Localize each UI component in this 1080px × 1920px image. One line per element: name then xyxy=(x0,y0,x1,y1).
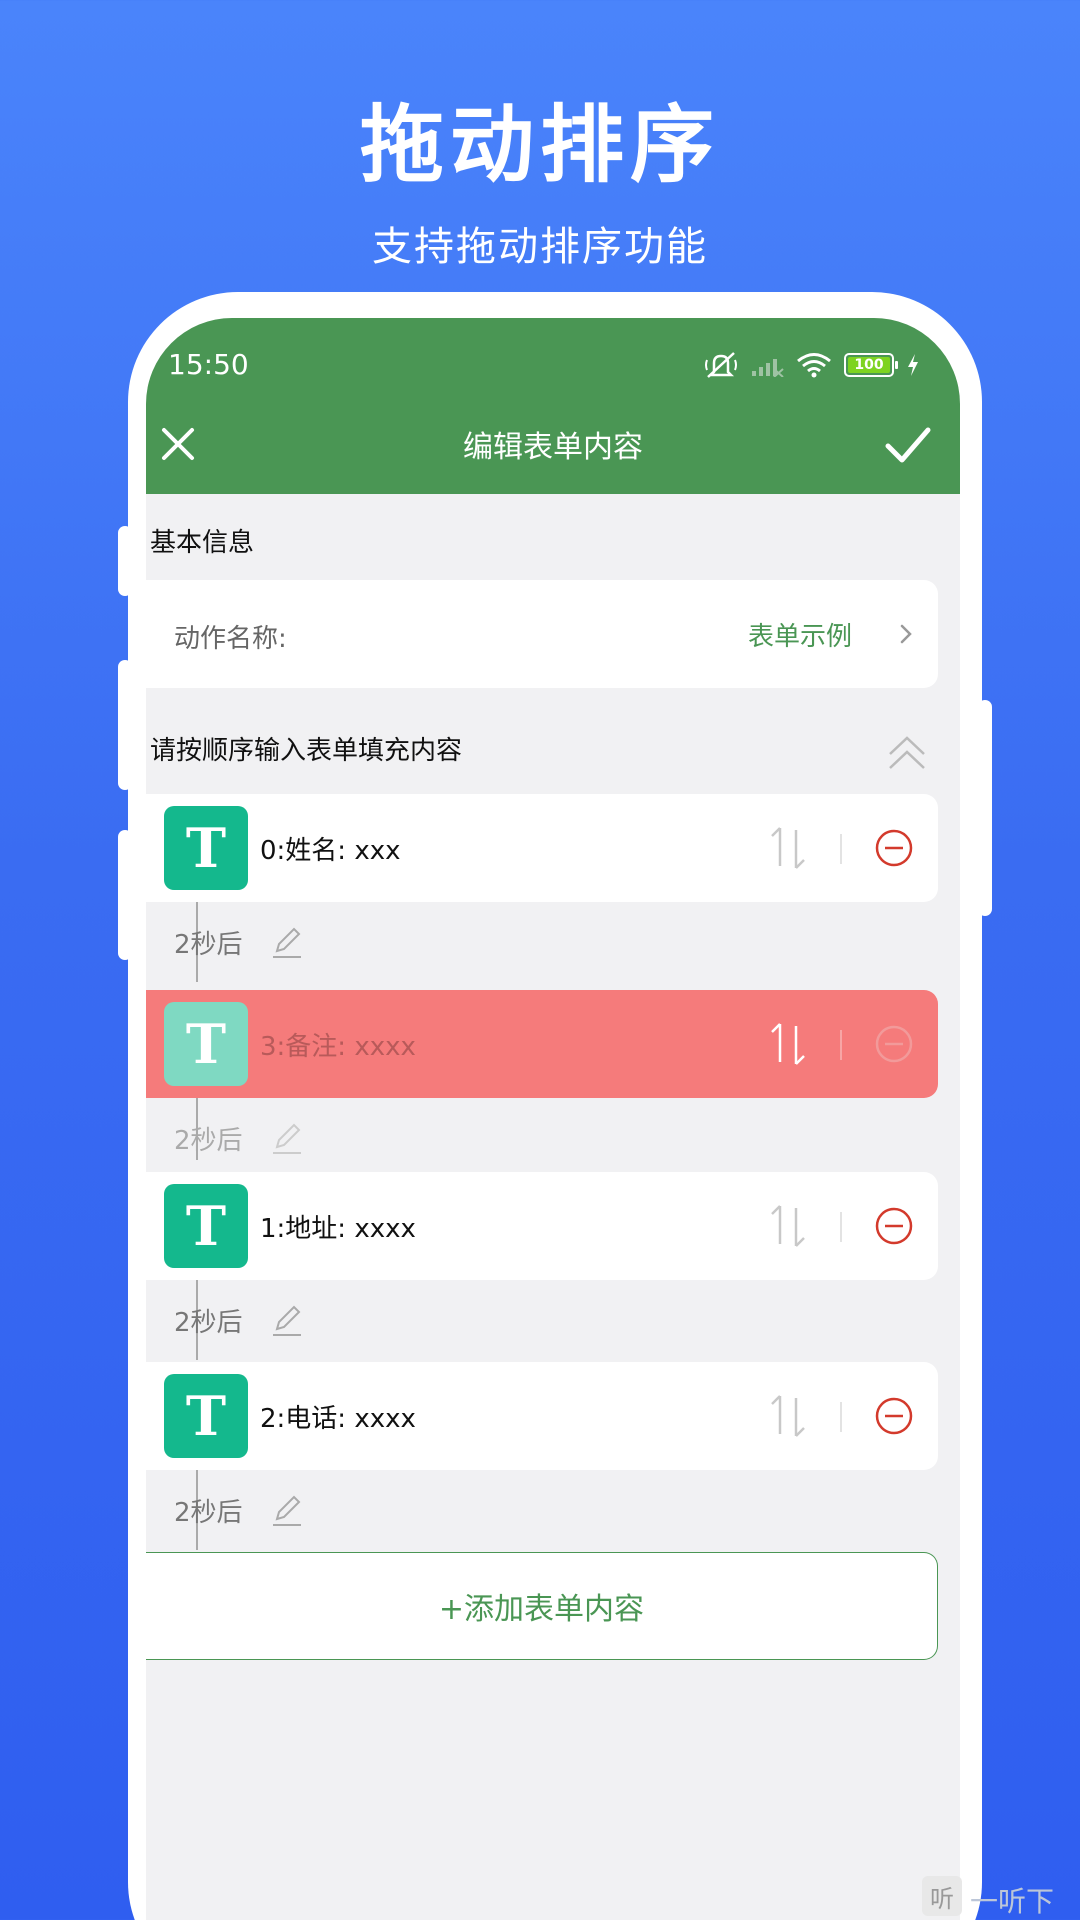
chevron-right-icon xyxy=(900,624,912,644)
signal-icon xyxy=(752,359,784,377)
text-type-icon: T xyxy=(164,1374,248,1458)
edit-pencil-icon[interactable] xyxy=(271,1121,303,1155)
status-icons: 100 xyxy=(704,350,920,380)
remove-icon[interactable] xyxy=(874,828,914,868)
form-item-text: 0:姓名: xxx xyxy=(260,836,401,866)
drag-sort-icon[interactable] xyxy=(766,1392,812,1440)
delay-text: 2秒后 xyxy=(174,1307,243,1338)
promo-title: 拖动排序 xyxy=(359,96,720,194)
divider xyxy=(840,1212,842,1242)
text-type-icon: T xyxy=(164,1184,248,1268)
phone-side-button xyxy=(118,526,132,596)
divider xyxy=(840,834,842,864)
edit-pencil-icon[interactable] xyxy=(271,1303,303,1337)
delay-text: 2秒后 xyxy=(174,929,243,960)
form-item-text: 2:电话: xxxx xyxy=(260,1404,416,1434)
delay-row[interactable]: 2秒后 xyxy=(174,1300,303,1340)
wifi-icon xyxy=(797,353,831,378)
phone-side-button xyxy=(118,660,132,790)
add-form-content-button[interactable]: +添加表单内容 xyxy=(146,1552,938,1660)
drag-sort-icon[interactable] xyxy=(766,824,812,872)
mute-icon xyxy=(705,352,737,378)
page-title: 编辑表单内容 xyxy=(463,430,643,465)
form-item[interactable]: T 0:姓名: xxx xyxy=(146,794,938,902)
app-bar: 15:50 100 编辑表单内容 xyxy=(146,318,960,494)
battery-icon: 100 xyxy=(844,353,898,377)
watermark-logo: 听 xyxy=(922,1876,962,1916)
battery-level: 100 xyxy=(854,357,884,373)
delay-row[interactable]: 2秒后 xyxy=(174,922,303,962)
promo-subtitle: 支持拖动排序功能 xyxy=(372,224,708,270)
text-type-icon: T xyxy=(164,1002,248,1086)
check-icon[interactable] xyxy=(882,418,934,470)
action-name-row[interactable]: 动作名称: 表单示例 xyxy=(146,580,938,688)
divider xyxy=(840,1030,842,1060)
remove-icon[interactable] xyxy=(874,1206,914,1246)
form-item-text: 1:地址: xxxx xyxy=(260,1214,416,1244)
text-type-icon: T xyxy=(164,806,248,890)
drag-sort-icon[interactable] xyxy=(766,1202,812,1250)
watermark-text: 一听下载 xyxy=(970,1885,1055,1918)
form-item[interactable]: T 2:电话: xxxx xyxy=(146,1362,938,1470)
delay-row[interactable]: 2秒后 xyxy=(174,1490,303,1530)
action-name-label: 动作名称: xyxy=(174,624,287,654)
collapse-icon[interactable] xyxy=(884,732,930,776)
delay-row[interactable]: 2秒后 xyxy=(174,1118,303,1158)
edit-pencil-icon[interactable] xyxy=(271,925,303,959)
drag-sort-icon[interactable] xyxy=(766,1020,812,1068)
form-item-dragging[interactable]: T 3:备注: xxxx xyxy=(146,990,938,1098)
phone-side-button xyxy=(118,830,132,960)
status-time: 15:50 xyxy=(168,348,249,381)
divider xyxy=(840,1402,842,1432)
delay-text: 2秒后 xyxy=(174,1497,243,1528)
phone-side-button xyxy=(978,700,992,916)
form-item[interactable]: T 1:地址: xxxx xyxy=(146,1172,938,1280)
edit-pencil-icon[interactable] xyxy=(271,1493,303,1527)
action-name-value: 表单示例 xyxy=(747,622,852,652)
basic-info-heading: 基本信息 xyxy=(150,528,255,558)
form-item-text: 3:备注: xxxx xyxy=(260,1032,416,1062)
remove-icon[interactable] xyxy=(874,1024,914,1064)
remove-icon[interactable] xyxy=(874,1396,914,1436)
phone-screen: 15:50 100 编辑表单内容 基本信息 动作名称: 表单示例 请按顺序输入表… xyxy=(146,318,960,1920)
charging-icon xyxy=(908,354,918,376)
form-section-heading: 请按顺序输入表单填充内容 xyxy=(150,736,463,766)
delay-text: 2秒后 xyxy=(174,1125,243,1156)
